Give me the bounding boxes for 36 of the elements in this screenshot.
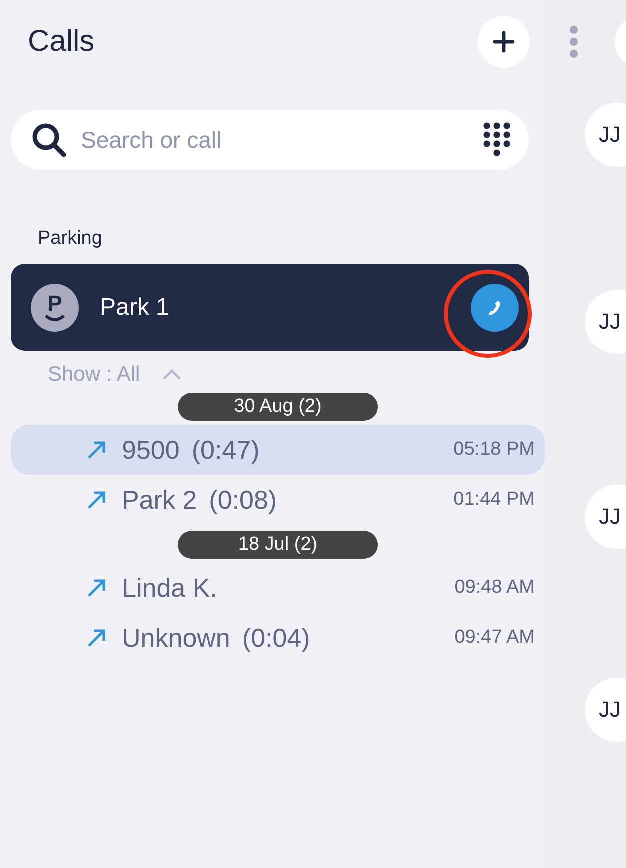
- page-title: Calls: [28, 25, 95, 59]
- contact-avatar[interactable]: JJ: [585, 678, 626, 742]
- call-time: 09:48 AM: [454, 577, 535, 599]
- call-time: 05:18 PM: [454, 439, 535, 461]
- caller-name: Linda K.: [122, 572, 218, 604]
- call-row[interactable]: Unknown (0:04) 09:47 AM: [11, 613, 545, 663]
- call-duration: (0:47): [192, 434, 260, 466]
- caller-name: 9500: [122, 434, 180, 466]
- dialpad-icon[interactable]: [483, 122, 511, 158]
- caller-name: Unknown: [122, 622, 230, 654]
- call-button[interactable]: [471, 284, 519, 332]
- parking-avatar: P: [31, 284, 79, 332]
- call-row[interactable]: 9500 (0:47) 05:18 PM: [11, 425, 545, 475]
- contact-avatar[interactable]: JJ: [585, 103, 626, 167]
- contact-avatar[interactable]: JJ: [585, 485, 626, 549]
- date-pill: 30 Aug (2): [178, 393, 378, 421]
- section-label: Parking: [38, 228, 104, 250]
- outgoing-arrow-icon: [87, 628, 107, 648]
- search-icon: [31, 122, 69, 158]
- call-time: 01:44 PM: [454, 489, 535, 511]
- caller-name: Park 2: [122, 484, 198, 516]
- call-time: 09:47 AM: [454, 627, 535, 649]
- outgoing-arrow-icon: [87, 490, 107, 510]
- outgoing-arrow-icon: [87, 578, 107, 598]
- search-bar[interactable]: Search or call: [11, 110, 529, 170]
- parked-call-row[interactable]: P Park 1: [11, 264, 529, 351]
- date-pill: 18 Jul (2): [178, 531, 378, 559]
- call-duration: (0:08): [209, 484, 278, 516]
- outgoing-arrow-icon: [87, 440, 107, 460]
- call-duration: (0:04): [242, 622, 310, 654]
- search-input[interactable]: Search or call: [79, 126, 473, 154]
- call-row[interactable]: Linda K. 09:48 AM: [11, 563, 545, 613]
- contact-avatar[interactable]: JJ: [585, 290, 626, 354]
- call-row[interactable]: Park 2 (0:08) 01:44 PM: [11, 475, 545, 525]
- parked-call-name: Park 1: [100, 294, 170, 322]
- plus-icon: [493, 31, 515, 53]
